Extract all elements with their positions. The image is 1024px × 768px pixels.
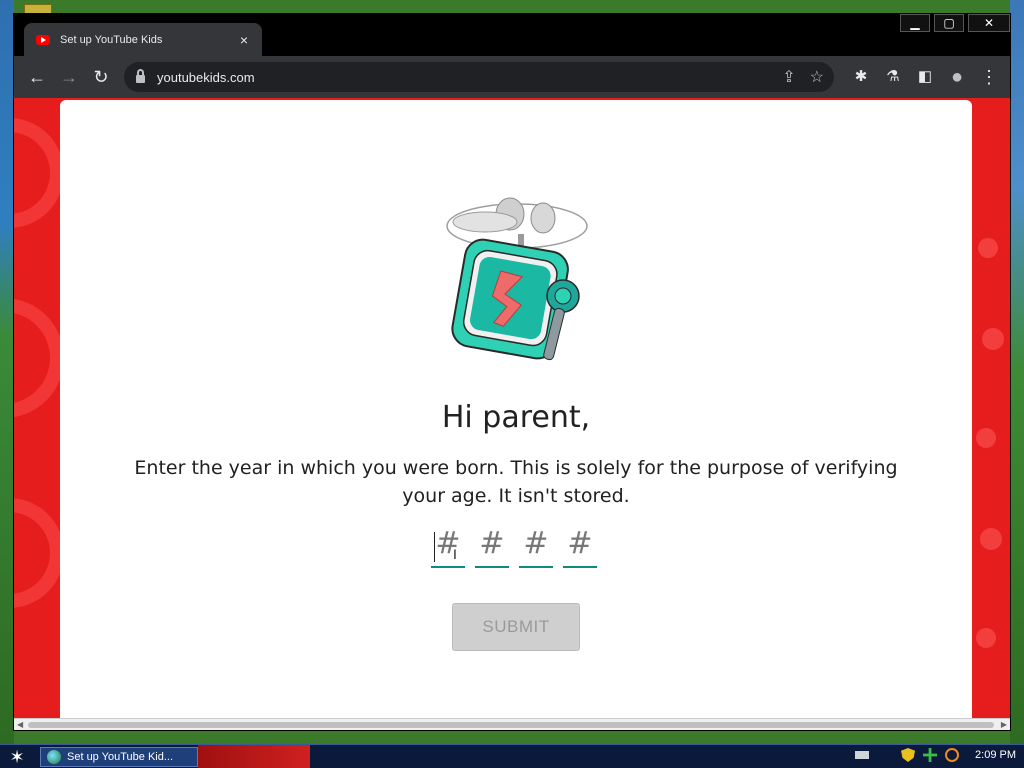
side-panel-icon[interactable]: ◧: [914, 66, 936, 88]
flying-tv-mascot-icon: [446, 197, 588, 361]
text-caret: [434, 532, 435, 562]
keyboard-icon[interactable]: [855, 751, 870, 759]
desktop-background-right: [1010, 0, 1024, 744]
maximize-button[interactable]: ▢: [934, 14, 964, 32]
clock[interactable]: 2:09 PM: [975, 749, 1016, 761]
labs-flask-icon[interactable]: ⚗: [882, 66, 904, 88]
youtube-favicon-icon: [36, 34, 50, 45]
browser-window: Set up YouTube Kids × ▁ ▢ ✕ ← → ↻ youtub…: [13, 13, 1011, 731]
search-icon[interactable]: [945, 748, 960, 762]
address-bar[interactable]: youtubekids.com ⇪ ☆: [124, 62, 834, 92]
mouse-ibeam-cursor-icon: I: [453, 546, 457, 562]
background-dot: [980, 528, 1002, 550]
page-title: Hi parent,: [441, 400, 591, 435]
security-shield-icon[interactable]: [901, 748, 916, 762]
extensions-puzzle-icon[interactable]: ✱: [850, 66, 872, 88]
taskbar-item-label: Set up YouTube Kid...: [67, 751, 174, 763]
reload-icon[interactable]: ↻: [90, 66, 112, 88]
lock-icon[interactable]: [136, 69, 145, 83]
system-tray: 2:09 PM: [855, 748, 1016, 762]
age-verification-card: Hi parent, Enter the year in which you w…: [60, 100, 972, 718]
background-wave-shape: [14, 498, 64, 608]
url-text[interactable]: youtubekids.com: [157, 70, 255, 85]
submit-button[interactable]: SUBMIT: [452, 603, 580, 651]
network-icon[interactable]: [923, 748, 938, 762]
birth-year-digit-3[interactable]: [519, 520, 553, 568]
minimize-button[interactable]: ▁: [900, 14, 930, 32]
desktop-background-left: [0, 0, 14, 744]
taskbar-decoration: [198, 745, 310, 768]
taskbar: ✶ Set up YouTube Kid... 2:09 PM: [0, 744, 1024, 768]
browser-globe-icon: [47, 750, 61, 764]
share-icon[interactable]: ⇪: [782, 67, 795, 87]
background-wave-shape: [14, 118, 64, 228]
age-instructions: Enter the year in which you were born. T…: [134, 457, 898, 507]
background-wave-shape: [14, 298, 64, 418]
horizontal-scrollbar[interactable]: ◀ ▶: [14, 718, 1010, 730]
close-window-button[interactable]: ✕: [968, 14, 1010, 32]
forward-arrow-icon[interactable]: →: [58, 66, 80, 88]
background-dot: [978, 238, 998, 258]
tab-title: Set up YouTube Kids: [60, 33, 163, 46]
tab-set-up-youtube-kids[interactable]: Set up YouTube Kids ×: [24, 23, 262, 56]
scroll-right-arrow-icon[interactable]: ▶: [1001, 720, 1007, 729]
background-dot: [976, 628, 996, 648]
browser-menu-icon[interactable]: ⋮: [978, 66, 1000, 88]
start-menu-icon[interactable]: ✶: [4, 747, 30, 767]
background-dot: [982, 328, 1004, 350]
birth-year-digit-4[interactable]: [563, 520, 597, 568]
browser-toolbar: ← → ↻ youtubekids.com ⇪ ☆ ✱ ⚗ ◧ ● ⋮: [14, 56, 1010, 98]
page-viewport: Hi parent, Enter the year in which you w…: [14, 98, 1010, 718]
scrollbar-thumb[interactable]: [28, 722, 994, 728]
scroll-left-arrow-icon[interactable]: ◀: [17, 720, 23, 729]
birth-year-digit-1[interactable]: [431, 520, 465, 568]
background-dot: [976, 428, 996, 448]
browser-titlebar: Set up YouTube Kids × ▁ ▢ ✕: [14, 14, 1010, 56]
taskbar-item-browser[interactable]: Set up YouTube Kid...: [40, 747, 198, 767]
birth-year-digit-2[interactable]: [475, 520, 509, 568]
window-controls: ▁ ▢ ✕: [896, 14, 1010, 32]
back-arrow-icon[interactable]: ←: [26, 66, 48, 88]
tab-close-icon[interactable]: ×: [236, 32, 252, 48]
bookmark-star-icon[interactable]: ☆: [810, 67, 824, 87]
profile-avatar-icon[interactable]: ●: [946, 66, 968, 88]
